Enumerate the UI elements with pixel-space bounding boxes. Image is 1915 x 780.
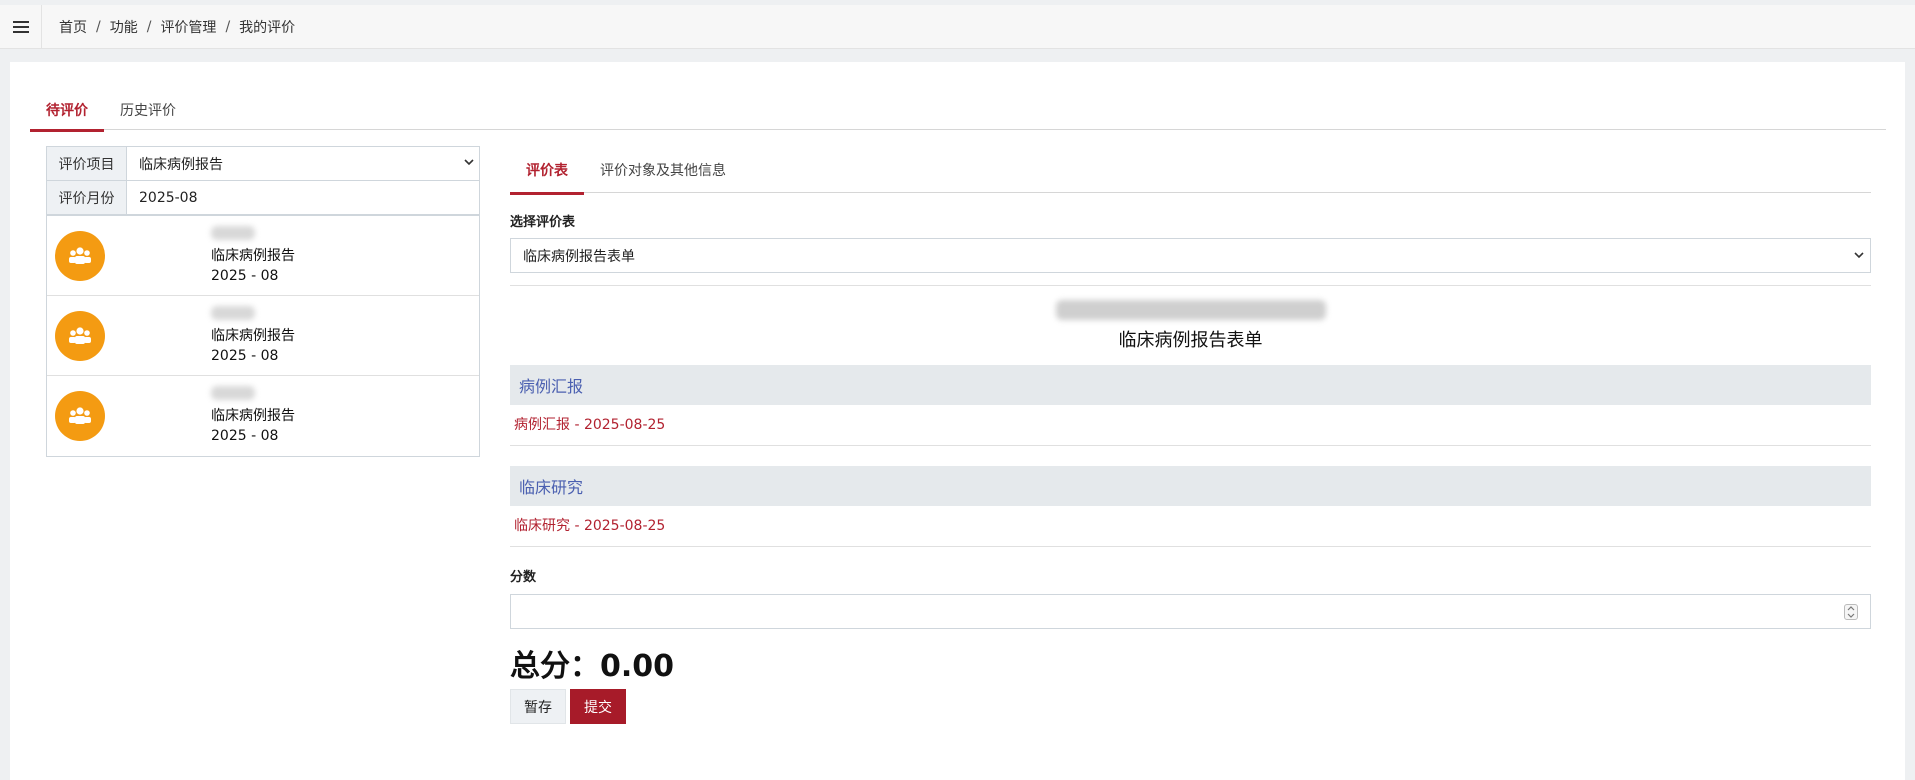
right-panel: 评价表 评价对象及其他信息 选择评价表 临床病例报告表单 临床病例报告表单 病例…: [510, 147, 1871, 724]
blurred-form-subtitle: [1055, 300, 1326, 320]
chevron-down-icon: [1854, 252, 1864, 259]
month-input[interactable]: 2025-08: [127, 181, 479, 214]
hamburger-icon: [12, 20, 29, 33]
avatar: [55, 391, 105, 441]
list-item-month: 2025 - 08: [211, 268, 279, 284]
score-label: 分数: [510, 570, 537, 585]
project-filter-label: 评价项目: [47, 147, 127, 180]
avatar: [55, 311, 105, 361]
breadcrumb-separator: /: [96, 18, 101, 35]
form-select[interactable]: 临床病例报告表单: [510, 238, 1871, 273]
chevron-down-icon: [464, 159, 474, 166]
avatar: [55, 231, 105, 281]
score-input[interactable]: [510, 594, 1871, 629]
list-item-text: 临床病例报告 2025 - 08: [211, 224, 295, 286]
list-item[interactable]: 临床病例报告 2025 - 08: [47, 376, 479, 456]
list-item-type: 临床病例报告: [211, 408, 295, 424]
sub-tabs: 评价表 评价对象及其他信息: [510, 147, 1871, 195]
number-spinner[interactable]: [1844, 604, 1858, 620]
list-item-type: 临床病例报告: [211, 248, 295, 264]
section-title: 病例汇报: [510, 365, 1871, 405]
form-title: 临床病例报告表单: [1118, 330, 1263, 351]
form-header: 临床病例报告表单: [510, 300, 1871, 352]
month-filter: 评价月份 2025-08: [46, 180, 480, 215]
form-select-label: 选择评价表: [510, 215, 576, 230]
project-select-value: 临床病例报告: [139, 156, 223, 173]
form-section: 病例汇报 病例汇报 - 2025-08-25: [510, 365, 1871, 446]
form-section: 临床研究 临床研究 - 2025-08-25: [510, 466, 1871, 547]
breadcrumb-home[interactable]: 首页: [59, 17, 87, 37]
save-draft-button[interactable]: 暂存: [510, 689, 566, 724]
spinner-arrows-icon: [1847, 606, 1855, 618]
section-divider: [510, 546, 1871, 547]
tab-pending[interactable]: 待评价: [30, 90, 104, 132]
users-group-icon: [69, 327, 91, 344]
submit-button[interactable]: 提交: [570, 689, 626, 724]
breadcrumb-evaluation-management[interactable]: 评价管理: [160, 17, 216, 37]
list-item-type: 临床病例报告: [211, 328, 295, 344]
breadcrumb-separator: /: [146, 18, 152, 35]
blurred-name: [211, 386, 255, 400]
top-bar: 首页 / 功能 / 评价管理 / 我的评价: [0, 4, 1915, 49]
blurred-name: [211, 226, 255, 240]
list-item-text: 临床病例报告 2025 - 08: [211, 384, 295, 446]
list-item[interactable]: 临床病例报告 2025 - 08: [47, 216, 479, 296]
list-item-month: 2025 - 08: [211, 428, 279, 444]
users-group-icon: [69, 407, 91, 424]
pending-list: 临床病例报告 2025 - 08 临床病例报告 2025 - 08 临床病例报告…: [46, 215, 480, 457]
month-filter-label: 评价月份: [47, 181, 127, 214]
section-divider: [510, 445, 1871, 446]
total-score: 总分：0.00: [510, 649, 675, 684]
breadcrumb: 首页 / 功能 / 评价管理 / 我的评价: [42, 17, 295, 37]
breadcrumb-current: 我的评价: [239, 19, 296, 36]
action-buttons: 暂存 提交: [510, 689, 1871, 724]
main-card: 待评价 历史评价 评价项目 临床病例报告 评价月份 2025-08 临床病例报告…: [10, 62, 1905, 780]
tab-subject-info[interactable]: 评价对象及其他信息: [584, 147, 742, 193]
menu-toggle-button[interactable]: [0, 4, 42, 49]
list-item-month: 2025 - 08: [211, 348, 279, 364]
form-select-value: 临床病例报告表单: [523, 248, 635, 265]
blurred-name: [211, 306, 255, 320]
breadcrumb-function[interactable]: 功能: [110, 17, 138, 37]
tab-evaluation-form[interactable]: 评价表: [510, 147, 584, 195]
users-group-icon: [69, 247, 91, 264]
month-input-value: 2025-08: [139, 189, 198, 206]
left-panel: 评价项目 临床病例报告 评价月份 2025-08 临床病例报告 2025 - 0…: [46, 146, 480, 457]
list-item[interactable]: 临床病例报告 2025 - 08: [47, 296, 479, 376]
section-link[interactable]: 临床研究 - 2025-08-25: [510, 506, 1871, 546]
section-link[interactable]: 病例汇报 - 2025-08-25: [510, 405, 1871, 445]
section-title: 临床研究: [510, 466, 1871, 506]
list-item-text: 临床病例报告 2025 - 08: [211, 304, 295, 366]
breadcrumb-separator: /: [225, 18, 231, 35]
tab-history[interactable]: 历史评价: [104, 90, 192, 130]
main-tabs: 待评价 历史评价: [30, 90, 1886, 132]
divider: [510, 285, 1871, 286]
project-filter: 评价项目 临床病例报告: [46, 146, 480, 181]
project-select[interactable]: 临床病例报告: [127, 147, 479, 180]
